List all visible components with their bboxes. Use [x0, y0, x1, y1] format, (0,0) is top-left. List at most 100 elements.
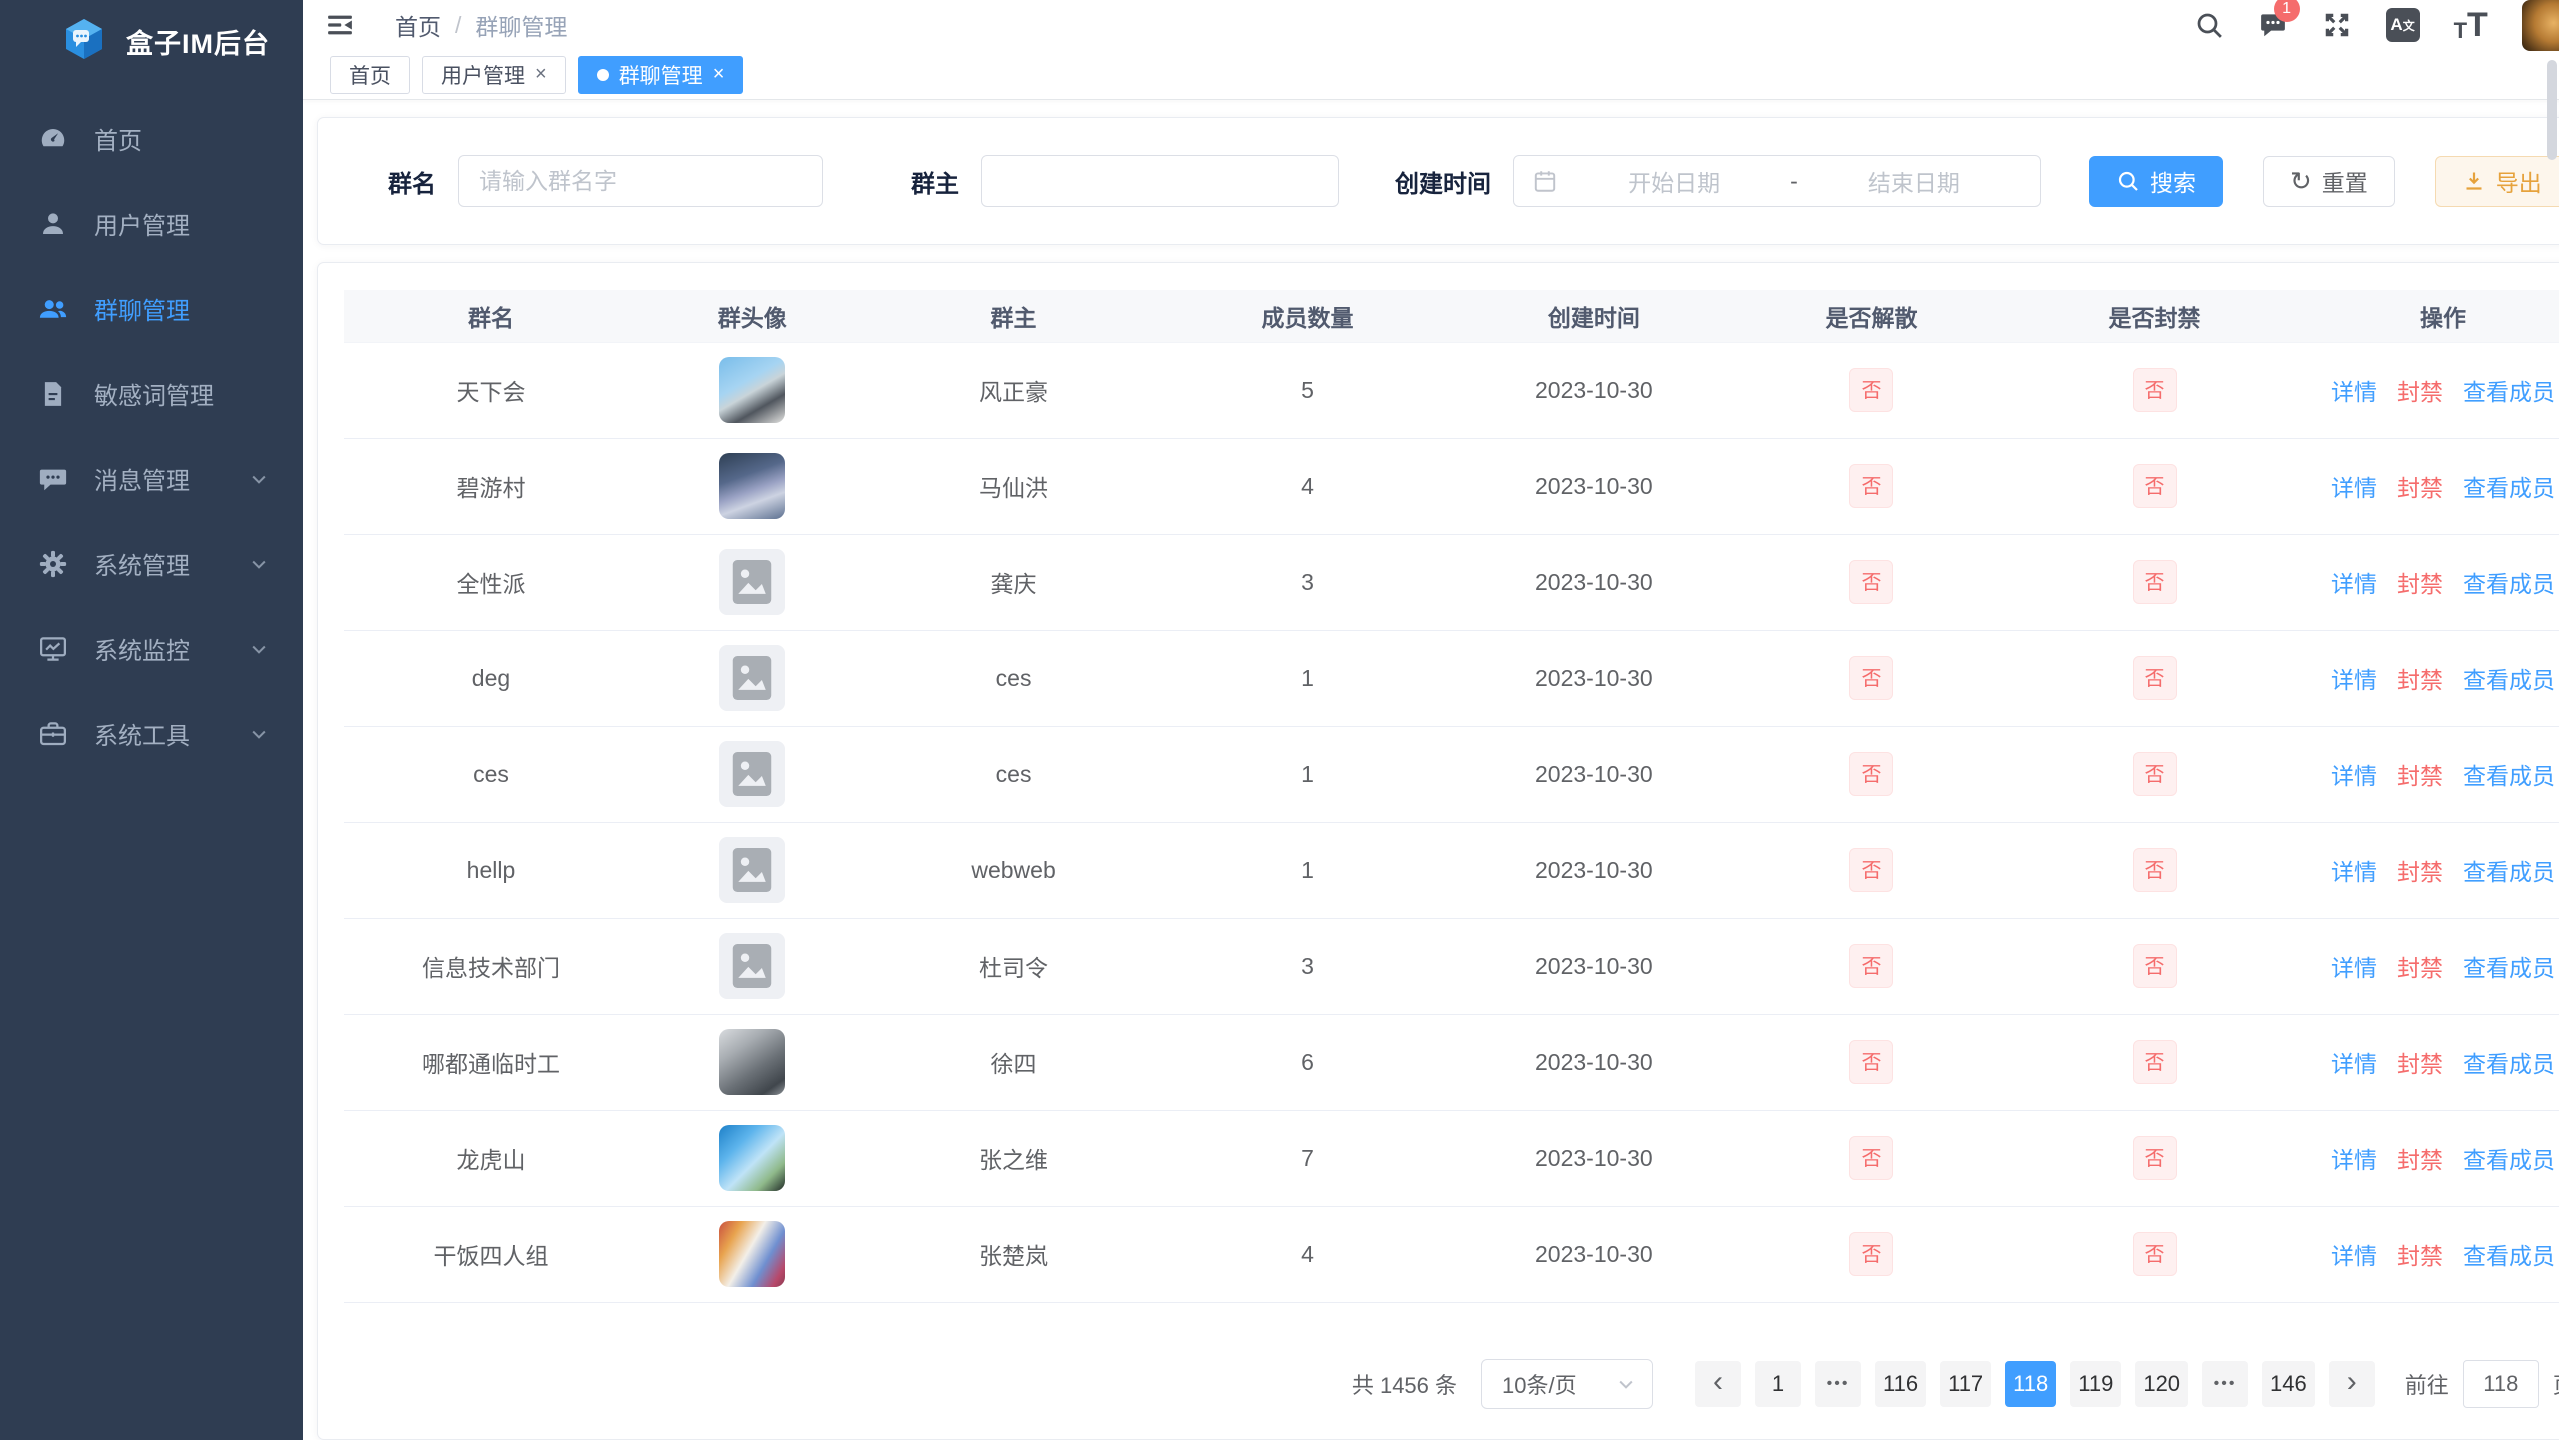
search-icon[interactable] — [2194, 10, 2224, 40]
detail-link[interactable]: 详情 — [2331, 373, 2377, 407]
view-members-link[interactable]: 查看成员 — [2463, 853, 2555, 887]
tab-home[interactable]: 首页 — [330, 56, 410, 94]
breadcrumb-current: 群聊管理 — [475, 8, 567, 42]
sidebar-fold-icon[interactable] — [325, 10, 355, 40]
cell-group-avatar — [638, 1014, 867, 1110]
detail-link[interactable]: 详情 — [2331, 661, 2377, 695]
font-size-icon[interactable]: TT — [2454, 8, 2488, 42]
cell-group-name: deg — [344, 630, 638, 726]
cell-dissolved: 否 — [1733, 726, 2010, 822]
view-members-link[interactable]: 查看成员 — [2463, 1141, 2555, 1175]
ban-link[interactable]: 封禁 — [2397, 757, 2443, 791]
date-range-picker[interactable]: 开始日期 - 结束日期 — [1513, 155, 2041, 207]
page-size-select[interactable]: 10条/页 — [1481, 1359, 1653, 1409]
sidebar-item-home[interactable]: 首页 — [0, 96, 303, 181]
view-members-link[interactable]: 查看成员 — [2463, 757, 2555, 791]
translate-icon[interactable]: A文 — [2386, 8, 2420, 42]
sidebar-item-users[interactable]: 用户管理 — [0, 181, 303, 266]
page-content: 群名 群主 创建时间 开始日期 - 结束日期 — [303, 100, 2559, 1440]
detail-link[interactable]: 详情 — [2331, 757, 2377, 791]
export-button[interactable]: 导出 — [2435, 156, 2559, 207]
detail-link[interactable]: 详情 — [2331, 1237, 2377, 1271]
table-row: 干饭四人组 张楚岚 4 2023-10-30 否 否 详情 封禁 查看成员 — [344, 1206, 2559, 1302]
sidebar-item-system-monitor[interactable]: 系统监控 — [0, 606, 303, 691]
tab-close-icon[interactable]: × — [535, 63, 547, 86]
view-members-link[interactable]: 查看成员 — [2463, 949, 2555, 983]
tab-group-management[interactable]: 群聊管理 × — [578, 56, 744, 94]
end-date-placeholder[interactable]: 结束日期 — [1806, 164, 2022, 198]
page-button-1[interactable]: 1 — [1755, 1361, 1801, 1407]
banned-badge: 否 — [2133, 848, 2177, 892]
tab-user-management[interactable]: 用户管理 × — [422, 56, 566, 94]
chevron-down-icon — [1616, 1374, 1636, 1394]
dissolved-badge: 否 — [1849, 464, 1893, 508]
cell-operations: 详情 封禁 查看成员 — [2299, 918, 2559, 1014]
app-screen: 盒子IM后台 首页 用户管理 群聊管理 — [0, 0, 2559, 1440]
ban-link[interactable]: 封禁 — [2397, 1141, 2443, 1175]
view-members-link[interactable]: 查看成员 — [2463, 373, 2555, 407]
sidebar-item-messages[interactable]: 消息管理 — [0, 436, 303, 521]
goto-page-input[interactable] — [2463, 1360, 2539, 1408]
cell-group-name: 天下会 — [344, 342, 638, 438]
ban-link[interactable]: 封禁 — [2397, 565, 2443, 599]
cell-member-count: 1 — [1161, 822, 1455, 918]
notification-badge: 1 — [2274, 0, 2300, 22]
detail-link[interactable]: 详情 — [2331, 469, 2377, 503]
fullscreen-icon[interactable] — [2322, 10, 2352, 40]
table-row: 碧游村 马仙洪 4 2023-10-30 否 否 详情 封禁 查看成员 — [344, 438, 2559, 534]
scrollbar-thumb[interactable] — [2547, 60, 2557, 160]
col-created-time: 创建时间 — [1454, 290, 1733, 342]
cell-member-count: 5 — [1161, 342, 1455, 438]
view-members-link[interactable]: 查看成员 — [2463, 1237, 2555, 1271]
detail-link[interactable]: 详情 — [2331, 1045, 2377, 1079]
sidebar-item-label: 用户管理 — [94, 206, 190, 241]
pages-ellipsis-right[interactable]: ••• — [2202, 1361, 2248, 1407]
cell-group-name: 全性派 — [344, 534, 638, 630]
sidebar-item-groups[interactable]: 群聊管理 — [0, 266, 303, 351]
col-owner: 群主 — [867, 290, 1161, 342]
detail-link[interactable]: 详情 — [2331, 565, 2377, 599]
page-button-118-active[interactable]: 118 — [2005, 1361, 2056, 1407]
tab-close-icon[interactable]: × — [713, 63, 725, 86]
view-members-link[interactable]: 查看成员 — [2463, 1045, 2555, 1079]
start-date-placeholder[interactable]: 开始日期 — [1566, 164, 1782, 198]
page-button-119[interactable]: 119 — [2070, 1361, 2121, 1407]
cell-operations: 详情 封禁 查看成员 — [2299, 1014, 2559, 1110]
detail-link[interactable]: 详情 — [2331, 1141, 2377, 1175]
prev-page-button[interactable]: ‹ — [1695, 1361, 1741, 1407]
pages-ellipsis-left[interactable]: ••• — [1815, 1361, 1861, 1407]
ban-link[interactable]: 封禁 — [2397, 1045, 2443, 1079]
ban-link[interactable]: 封禁 — [2397, 469, 2443, 503]
cell-group-avatar — [638, 1206, 867, 1302]
ban-link[interactable]: 封禁 — [2397, 1237, 2443, 1271]
sidebar-item-sensitive-words[interactable]: 敏感词管理 — [0, 351, 303, 436]
detail-link[interactable]: 详情 — [2331, 853, 2377, 887]
page-button-120[interactable]: 120 — [2135, 1361, 2188, 1407]
view-members-link[interactable]: 查看成员 — [2463, 661, 2555, 695]
page-button-117[interactable]: 117 — [1940, 1361, 1991, 1407]
detail-link[interactable]: 详情 — [2331, 949, 2377, 983]
ban-link[interactable]: 封禁 — [2397, 853, 2443, 887]
cell-banned: 否 — [2010, 726, 2300, 822]
dashboard-icon — [38, 124, 68, 154]
main-area: 首页 / 群聊管理 1 A文 TT — [303, 0, 2559, 1440]
ban-link[interactable]: 封禁 — [2397, 949, 2443, 983]
sidebar-item-system-tools[interactable]: 系统工具 — [0, 691, 303, 776]
next-page-button[interactable]: › — [2329, 1361, 2375, 1407]
view-members-link[interactable]: 查看成员 — [2463, 469, 2555, 503]
owner-input[interactable] — [981, 155, 1339, 207]
notifications-icon[interactable]: 1 — [2258, 10, 2288, 40]
search-button[interactable]: 搜索 — [2089, 156, 2223, 207]
page-button-146[interactable]: 146 — [2262, 1361, 2315, 1407]
cell-group-avatar — [638, 918, 867, 1014]
group-name-input[interactable] — [458, 155, 823, 207]
ban-link[interactable]: 封禁 — [2397, 373, 2443, 407]
page-size-value: 10条/页 — [1502, 1368, 1577, 1400]
reset-button[interactable]: ↻ 重置 — [2263, 156, 2395, 207]
ban-link[interactable]: 封禁 — [2397, 661, 2443, 695]
sidebar-item-system-management[interactable]: 系统管理 — [0, 521, 303, 606]
breadcrumb-home[interactable]: 首页 — [395, 8, 441, 42]
cell-group-name: ces — [344, 726, 638, 822]
view-members-link[interactable]: 查看成员 — [2463, 565, 2555, 599]
page-button-116[interactable]: 116 — [1875, 1361, 1926, 1407]
